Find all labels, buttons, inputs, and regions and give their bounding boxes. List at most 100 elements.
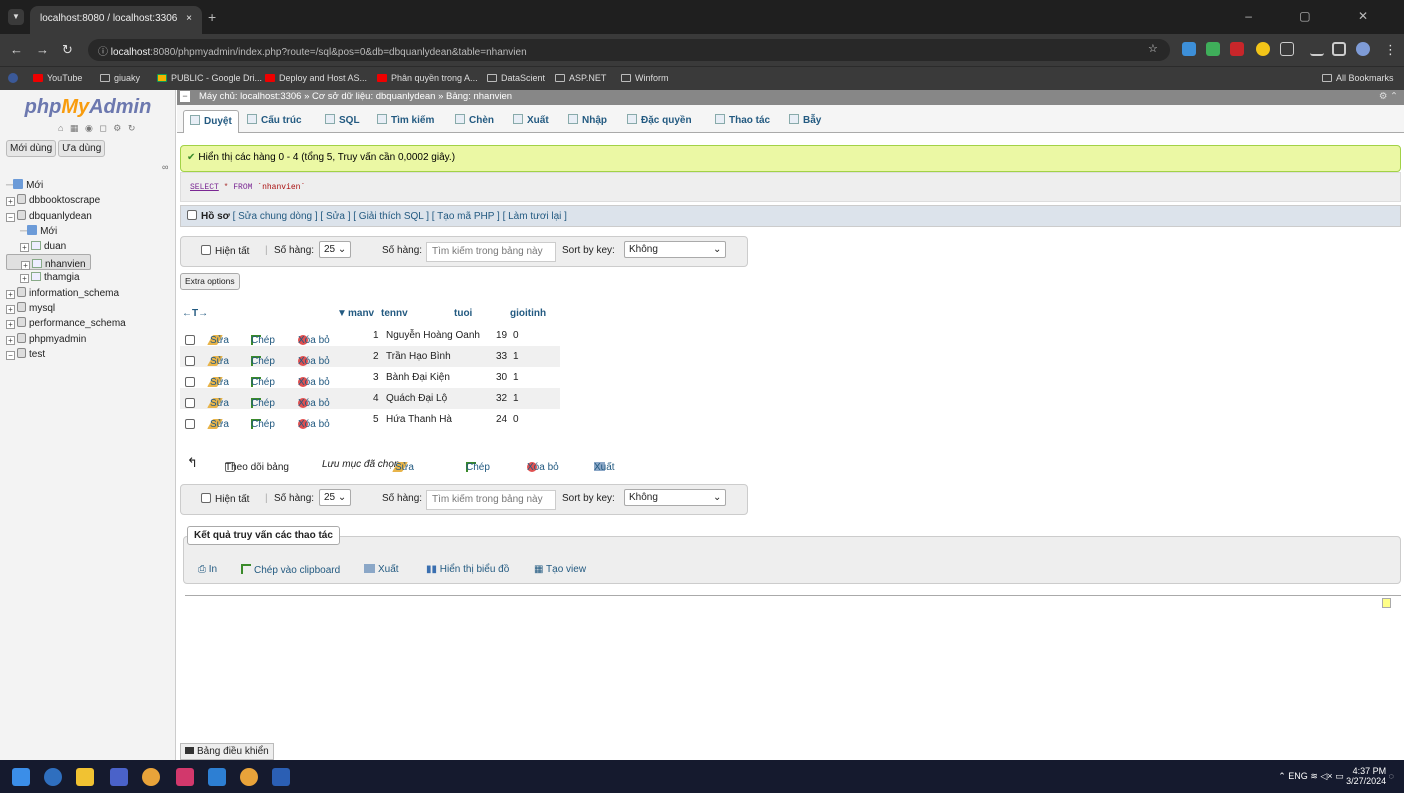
row-checkbox[interactable] (185, 335, 195, 345)
cell-manv[interactable]: 1 (373, 330, 379, 341)
bookmark-youtube[interactable]: YouTube (33, 73, 82, 83)
language-indicator[interactable]: ENG (1288, 771, 1308, 781)
cell-tennv[interactable]: Nguyễn Hoàng Oanh (386, 330, 480, 341)
collapse-sidebar-icon[interactable]: − (180, 91, 190, 102)
column-header-manv[interactable]: manv (348, 308, 374, 319)
settings-gear-icon[interactable]: ⚙ ⌃ (1379, 91, 1398, 102)
sql-query-display[interactable]: SELECT * FROM `nhanvien` (180, 172, 1401, 202)
tree-item-new[interactable]: ─ Mới (6, 178, 176, 193)
back-arrow-icon[interactable]: ← (10, 42, 23, 57)
expand-icon[interactable]: + (20, 243, 29, 253)
display-chart-button[interactable]: ▮▮ Hiển thị biểu đồ (426, 564, 509, 575)
volume-icon[interactable]: ◁× (1320, 771, 1335, 781)
tab-export[interactable]: Xuất (507, 110, 555, 133)
show-all-checkbox[interactable] (201, 493, 211, 503)
chrome-icon[interactable] (240, 768, 258, 786)
profiling-checkbox[interactable] (187, 210, 197, 220)
file-explorer-icon[interactable] (76, 768, 94, 786)
bookmark-google-drive[interactable]: PUBLIC - Google Dri... (157, 73, 262, 83)
console-toggle[interactable]: Bảng điều khiển (180, 743, 274, 760)
cell-manv[interactable]: 3 (373, 372, 379, 383)
download-icon[interactable] (1310, 42, 1324, 56)
favorite-tables-tab[interactable]: Ưa dùng (58, 140, 106, 157)
bookmark-datascient[interactable]: DataScient (487, 73, 545, 83)
page-settings-icon[interactable] (1382, 598, 1391, 608)
recent-tables-tab[interactable]: Mới dùng (6, 140, 57, 157)
tray-chevron-icon[interactable]: ⌃ (1278, 771, 1288, 781)
extension-icon[interactable] (1182, 42, 1196, 56)
tab-import[interactable]: Nhập (562, 110, 613, 133)
table-row[interactable]: Sửa Chép Xóa bỏ 5 Hứa Thanh Hà 24 0 (180, 409, 560, 430)
app-icon[interactable] (176, 768, 194, 786)
tab-privileges[interactable]: Đặc quyền (621, 110, 698, 133)
row-checkbox[interactable] (185, 377, 195, 387)
cell-tuoi[interactable]: 30 (496, 372, 507, 383)
window-controls[interactable]: – ▢ ✕ (1245, 9, 1390, 23)
browser-menu-icon[interactable]: ⋮ (1384, 42, 1397, 58)
sort-by-key-select[interactable]: Không (624, 241, 726, 258)
table-row[interactable]: Sửa Chép Xóa bỏ 3 Bành Đại Kiện 30 1 (180, 367, 560, 388)
column-header-gioitinh[interactable]: gioitinh (510, 308, 546, 319)
expand-icon[interactable]: + (6, 197, 15, 207)
tree-item-dbquanlydean[interactable]: − dbquanlydean (6, 209, 176, 224)
tree-item-test[interactable]: − test (6, 347, 176, 362)
battery-icon[interactable]: ▭ (1335, 771, 1346, 781)
phpmyadmin-logo[interactable]: phpMyAdmin (0, 96, 176, 119)
rows-per-page-select[interactable]: 25 ⌄ (319, 241, 352, 258)
copy-to-clipboard-button[interactable]: Chép vào clipboard (241, 564, 340, 576)
cell-gioitinh[interactable]: 1 (513, 372, 519, 383)
cell-manv[interactable]: 4 (373, 393, 379, 404)
bookmark-winform[interactable]: Winform (621, 73, 669, 83)
column-header-tennv[interactable]: tennv (381, 308, 408, 319)
tree-item-thamgia[interactable]: + thamgia (6, 270, 176, 285)
facebook-icon[interactable] (8, 73, 18, 83)
expand-icon[interactable]: + (20, 274, 29, 284)
cell-gioitinh[interactable]: 0 (513, 330, 519, 341)
column-resize-arrows[interactable]: ←T→ (182, 308, 208, 319)
cell-tuoi[interactable]: 32 (496, 393, 507, 404)
row-checkbox[interactable] (185, 419, 195, 429)
clock[interactable]: 4:37 PM 3/27/2024 (1346, 766, 1386, 786)
bookmark-deploy[interactable]: Deploy and Host AS... (265, 73, 367, 83)
collapse-icon[interactable]: − (6, 212, 15, 222)
browser-tab[interactable]: localhost:8080 / localhost:3306 × (30, 6, 202, 34)
cell-gioitinh[interactable]: 0 (513, 414, 519, 425)
show-all-toggle[interactable]: Hiện tất (201, 493, 249, 505)
expand-icon[interactable]: + (21, 261, 30, 271)
tree-item-duan[interactable]: + duan (6, 239, 176, 254)
sort-by-key-select[interactable]: Không (624, 489, 726, 506)
bookmark-phan-quyen[interactable]: Phân quyền trong A... (377, 73, 478, 83)
extra-options-button[interactable]: Extra options (180, 273, 240, 290)
profile-avatar-icon[interactable] (1356, 42, 1370, 56)
chrome-icon[interactable] (142, 768, 160, 786)
tree-item-mysql[interactable]: + mysql (6, 301, 176, 316)
address-bar[interactable]: ⓘ localhost:8080/phpmyadmin/index.php?ro… (88, 39, 1170, 61)
tab-close-icon[interactable]: × (186, 13, 192, 24)
row-checkbox[interactable] (185, 398, 195, 408)
filter-rows-input[interactable]: Tìm kiếm trong bảng này (426, 242, 556, 262)
app-icon[interactable] (110, 768, 128, 786)
new-tab-button[interactable]: + (208, 9, 216, 25)
tree-item-performance-schema[interactable]: + performance_schema (6, 316, 176, 331)
app-icon[interactable] (44, 768, 62, 786)
link-icon[interactable]: ∞ (162, 162, 168, 172)
tree-item-information-schema[interactable]: + information_schema (6, 286, 176, 301)
show-all-checkbox[interactable] (201, 245, 211, 255)
bookmark-aspnet[interactable]: ASP.NET (555, 73, 606, 83)
cell-gioitinh[interactable]: 1 (513, 393, 519, 404)
bookmark-giuaky[interactable]: giuaky (100, 73, 140, 83)
wifi-icon[interactable]: ≋ (1310, 771, 1320, 781)
sidebar-quick-icons[interactable]: ⌂ ▦ ◉ ◻ ⚙ ↻ (58, 123, 137, 134)
cell-tuoi[interactable]: 33 (496, 351, 507, 362)
tree-item-phpmyadmin[interactable]: + phpmyadmin (6, 332, 176, 347)
tree-item-nhanvien[interactable]: + nhanvien (6, 254, 91, 271)
tab-operations[interactable]: Thao tác (709, 110, 776, 133)
collapse-icon[interactable]: − (6, 350, 15, 360)
calendar-extension-icon[interactable] (1230, 42, 1244, 56)
rows-per-page-select[interactable]: 25 ⌄ (319, 489, 352, 506)
vscode-icon[interactable] (208, 768, 226, 786)
breadcrumb-server[interactable]: Máy chủ: localhost:3306 (199, 91, 301, 102)
cell-tennv[interactable]: Trần Hạo Bình (386, 351, 451, 362)
create-view-button[interactable]: ▦ Tạo view (534, 564, 586, 575)
expand-icon[interactable]: + (6, 289, 15, 299)
